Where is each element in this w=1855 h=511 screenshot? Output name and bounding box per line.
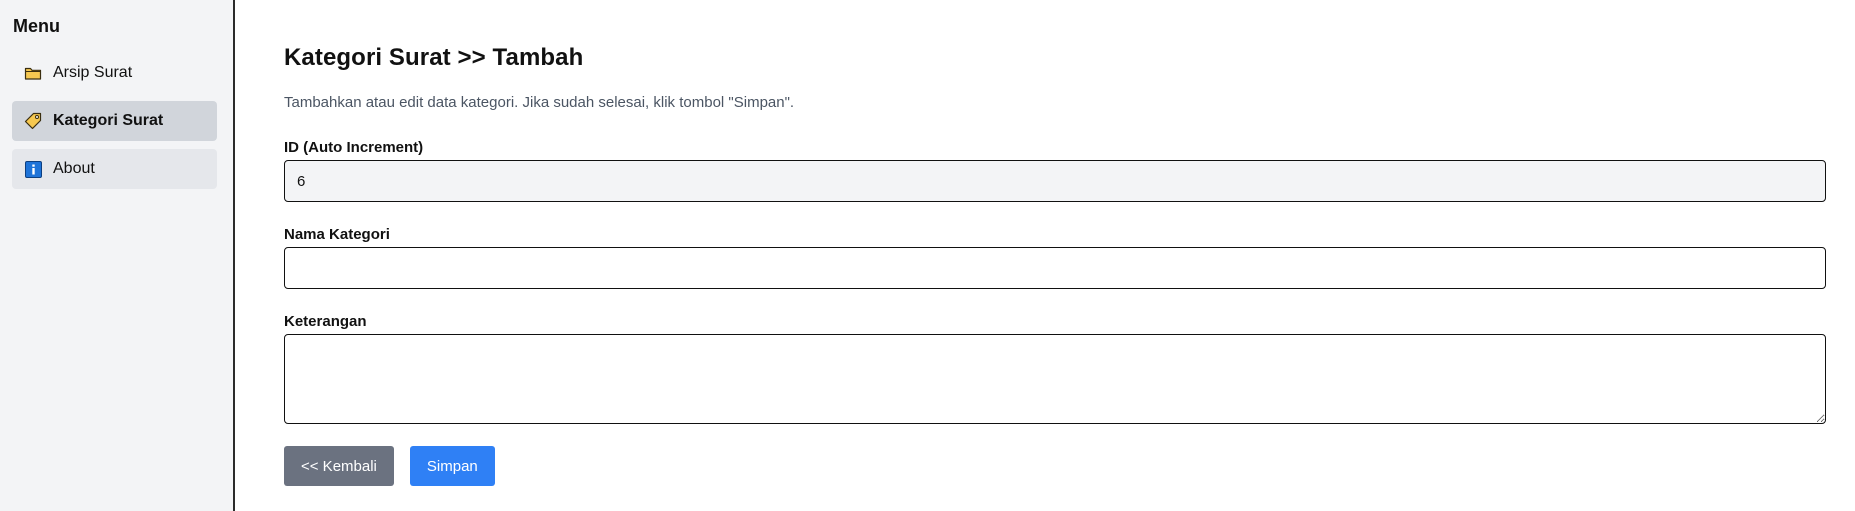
page-title: Kategori Surat >> Tambah <box>284 44 584 71</box>
page-description: Tambahkan atau edit data kategori. Jika … <box>284 94 795 111</box>
folder-icon <box>24 64 42 82</box>
sidebar-item-arsip-surat[interactable]: Arsip Surat <box>12 53 217 93</box>
sidebar-title: Menu <box>13 16 60 36</box>
sidebar-item-label: About <box>53 160 95 177</box>
save-button[interactable]: Simpan <box>409 446 495 486</box>
id-field-label: ID (Auto Increment) <box>284 139 424 156</box>
back-button[interactable]: << Kembali <box>284 446 394 486</box>
sidebar: Menu Arsip Surat Kategori Surat About <box>0 0 235 511</box>
nama-kategori-label: Nama Kategori <box>284 226 390 243</box>
sidebar-item-about[interactable]: About <box>12 149 217 189</box>
nama-kategori-field-group: Nama Kategori <box>284 226 1826 289</box>
id-field-group: ID (Auto Increment) <box>284 139 1826 202</box>
sidebar-item-label: Kategori Surat <box>53 112 164 129</box>
sidebar-item-kategori-surat[interactable]: Kategori Surat <box>12 101 217 141</box>
nama-kategori-input[interactable] <box>284 247 1826 289</box>
tag-icon <box>24 112 42 130</box>
form-actions: << Kembali Simpan <box>284 446 1826 486</box>
info-icon <box>24 160 42 178</box>
keterangan-label: Keterangan <box>284 313 367 330</box>
keterangan-textarea[interactable] <box>284 334 1826 424</box>
main-content: Kategori Surat >> Tambah Tambahkan atau … <box>235 0 1855 511</box>
sidebar-item-label: Arsip Surat <box>53 64 133 81</box>
keterangan-field-group: Keterangan <box>284 313 1826 424</box>
id-field[interactable] <box>284 160 1826 202</box>
app-window: Menu Arsip Surat Kategori Surat About Ka… <box>0 0 1855 511</box>
